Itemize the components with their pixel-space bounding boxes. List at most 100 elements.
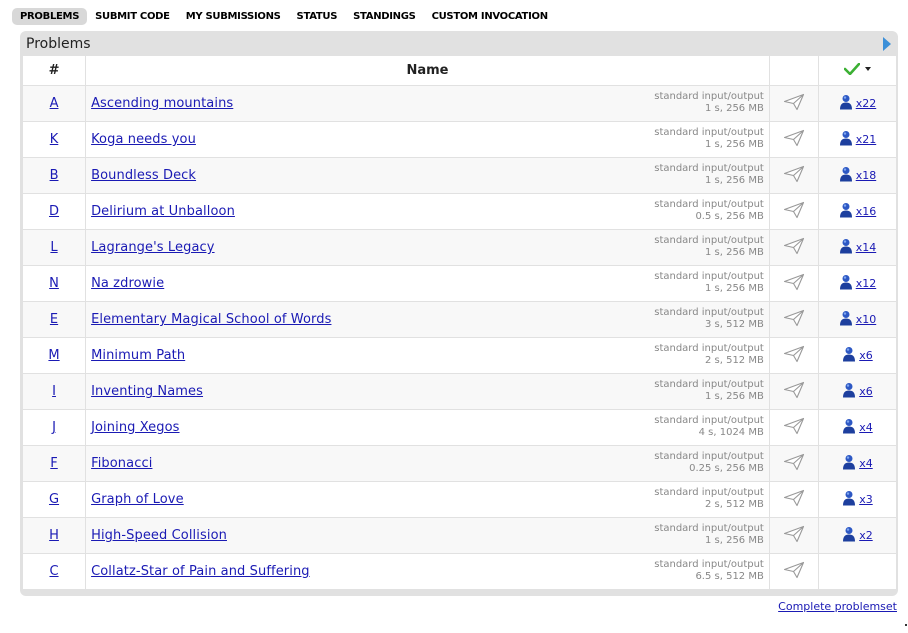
nav-item-my-submissions[interactable]: MY SUBMISSIONS: [178, 8, 289, 25]
solved-count-link[interactable]: x14: [839, 238, 876, 257]
solved-cell: x4: [818, 409, 896, 446]
header-solved[interactable]: [818, 56, 896, 86]
paper-plane-icon[interactable]: [783, 345, 805, 367]
user-icon: [839, 94, 853, 113]
submit-cell: [769, 373, 819, 410]
paper-plane-icon[interactable]: [783, 381, 805, 403]
solved-cell: x12: [818, 265, 896, 302]
nav-item-status[interactable]: STATUS: [289, 8, 346, 25]
solved-count: x22: [855, 96, 877, 110]
problem-name-link[interactable]: Ascending mountains: [91, 96, 233, 111]
problem-index-link[interactable]: B: [50, 168, 59, 183]
io-type: standard input/output: [654, 271, 764, 282]
submit-cell: [769, 193, 819, 230]
user-icon: [839, 166, 853, 185]
solved-cell: x2: [818, 517, 896, 554]
paper-plane-icon[interactable]: [783, 489, 805, 511]
nav-item-custom-invocation[interactable]: CUSTOM INVOCATION: [424, 8, 556, 25]
paper-plane-icon[interactable]: [783, 129, 805, 151]
user-icon: [842, 346, 856, 365]
problem-index-link[interactable]: F: [50, 456, 57, 471]
paper-plane-icon[interactable]: [783, 165, 805, 187]
problem-name-cell: Lagrange's Legacy standard input/output 1 …: [85, 229, 770, 266]
solved-count: x4: [859, 456, 873, 470]
problem-name-link[interactable]: Graph of Love: [91, 492, 184, 507]
solved-count-link[interactable]: x3: [842, 490, 873, 509]
solved-count: x10: [855, 312, 877, 326]
problem-index-link[interactable]: N: [49, 276, 59, 291]
problem-index-link[interactable]: L: [50, 240, 57, 255]
solved-count-link[interactable]: x4: [842, 418, 873, 437]
time-memory-limits: 3 s, 512 MB: [704, 319, 764, 330]
io-type: standard input/output: [654, 487, 764, 498]
paper-plane-icon[interactable]: [783, 273, 805, 295]
problem-name-link[interactable]: Fibonacci: [91, 456, 152, 471]
solved-count-link[interactable]: x22: [839, 94, 877, 113]
problem-name-link[interactable]: Joining Xegos: [91, 420, 179, 435]
solved-count-link[interactable]: x2: [842, 526, 873, 545]
io-type: standard input/output: [654, 163, 764, 174]
problem-index-link[interactable]: G: [49, 492, 59, 507]
problem-name-link[interactable]: Inventing Names: [91, 384, 203, 399]
solved-count-link[interactable]: x6: [842, 382, 873, 401]
problem-name-cell: Koga needs you standard input/output 1 s, …: [85, 121, 770, 158]
panel-toggle-arrow-icon[interactable]: [883, 37, 891, 51]
time-memory-limits: 0.5 s, 256 MB: [695, 211, 764, 222]
problem-index-link[interactable]: E: [50, 312, 58, 327]
problem-index-link[interactable]: J: [52, 420, 56, 435]
solved-count-link[interactable]: x10: [839, 310, 877, 329]
solved-cell: x16: [818, 193, 896, 230]
paper-plane-icon[interactable]: [783, 237, 805, 259]
problem-name-link[interactable]: Na zdrowie: [91, 276, 164, 291]
solved-count-link[interactable]: x16: [839, 202, 877, 221]
paper-plane-icon[interactable]: [783, 453, 805, 475]
problem-name-cell: Minimum Path standard input/output 2 s, 51…: [85, 337, 770, 374]
solved-count: x16: [855, 204, 877, 218]
solved-cell: x21: [818, 121, 896, 158]
paper-plane-icon[interactable]: [783, 561, 805, 583]
io-type: standard input/output: [654, 199, 764, 210]
solved-count-link[interactable]: x12: [839, 274, 876, 293]
problem-name-link[interactable]: Koga needs you: [91, 132, 196, 147]
problem-index-link[interactable]: A: [50, 96, 59, 111]
table-row: D Delirium at Unballoon standard input/out…: [23, 193, 896, 230]
nav-item-standings[interactable]: STANDINGS: [345, 8, 423, 25]
problem-index-link[interactable]: D: [49, 204, 59, 219]
problem-name-link[interactable]: Elementary Magical School of Words: [91, 312, 331, 327]
problem-name-cell: Graph of Love standard input/output 2 s, 5…: [85, 481, 770, 518]
corner-dot: [905, 624, 907, 626]
problem-name-link[interactable]: Boundless Deck: [91, 168, 196, 183]
problem-name-link[interactable]: Minimum Path: [91, 348, 185, 363]
solved-count-link[interactable]: x6: [842, 346, 873, 365]
user-icon: [842, 526, 856, 545]
paper-plane-icon[interactable]: [783, 309, 805, 331]
paper-plane-icon[interactable]: [783, 93, 805, 115]
paper-plane-icon[interactable]: [783, 525, 805, 547]
problem-name-link[interactable]: Lagrange's Legacy: [91, 240, 215, 255]
paper-plane-icon[interactable]: [783, 417, 805, 439]
complete-problemset-link[interactable]: Complete problemset: [778, 600, 897, 613]
solved-count: x18: [855, 168, 877, 182]
problem-name-link[interactable]: Delirium at Unballoon: [91, 204, 235, 219]
solved-count-link[interactable]: x21: [839, 130, 876, 149]
solved-cell: x22: [818, 85, 896, 122]
solved-count-link[interactable]: x18: [839, 166, 877, 185]
table-row: M Minimum Path standard input/output 2 s, 5…: [23, 337, 896, 374]
problem-index-link[interactable]: K: [50, 132, 59, 147]
paper-plane-icon[interactable]: [783, 201, 805, 223]
problem-index-link[interactable]: I: [52, 384, 56, 399]
header-name: Name: [85, 56, 770, 86]
problem-name-link[interactable]: High-Speed Collision: [91, 528, 227, 543]
problem-index-cell: H: [23, 517, 87, 554]
problem-name-link[interactable]: Collatz-Star of Pain and Suffering: [91, 564, 310, 579]
problem-index-link[interactable]: M: [48, 348, 59, 363]
nav-item-problems[interactable]: PROBLEMS: [12, 7, 88, 25]
nav-item-submit-code[interactable]: SUBMIT CODE: [87, 8, 178, 25]
header-index: #: [23, 56, 87, 86]
table-row: B Boundless Deck standard input/output 1 s,…: [23, 157, 896, 194]
submit-cell: [769, 445, 819, 482]
solved-cell: x3: [818, 481, 896, 518]
solved-count-link[interactable]: x4: [842, 454, 873, 473]
problem-index-link[interactable]: H: [49, 528, 59, 543]
problem-index-link[interactable]: C: [49, 564, 58, 579]
